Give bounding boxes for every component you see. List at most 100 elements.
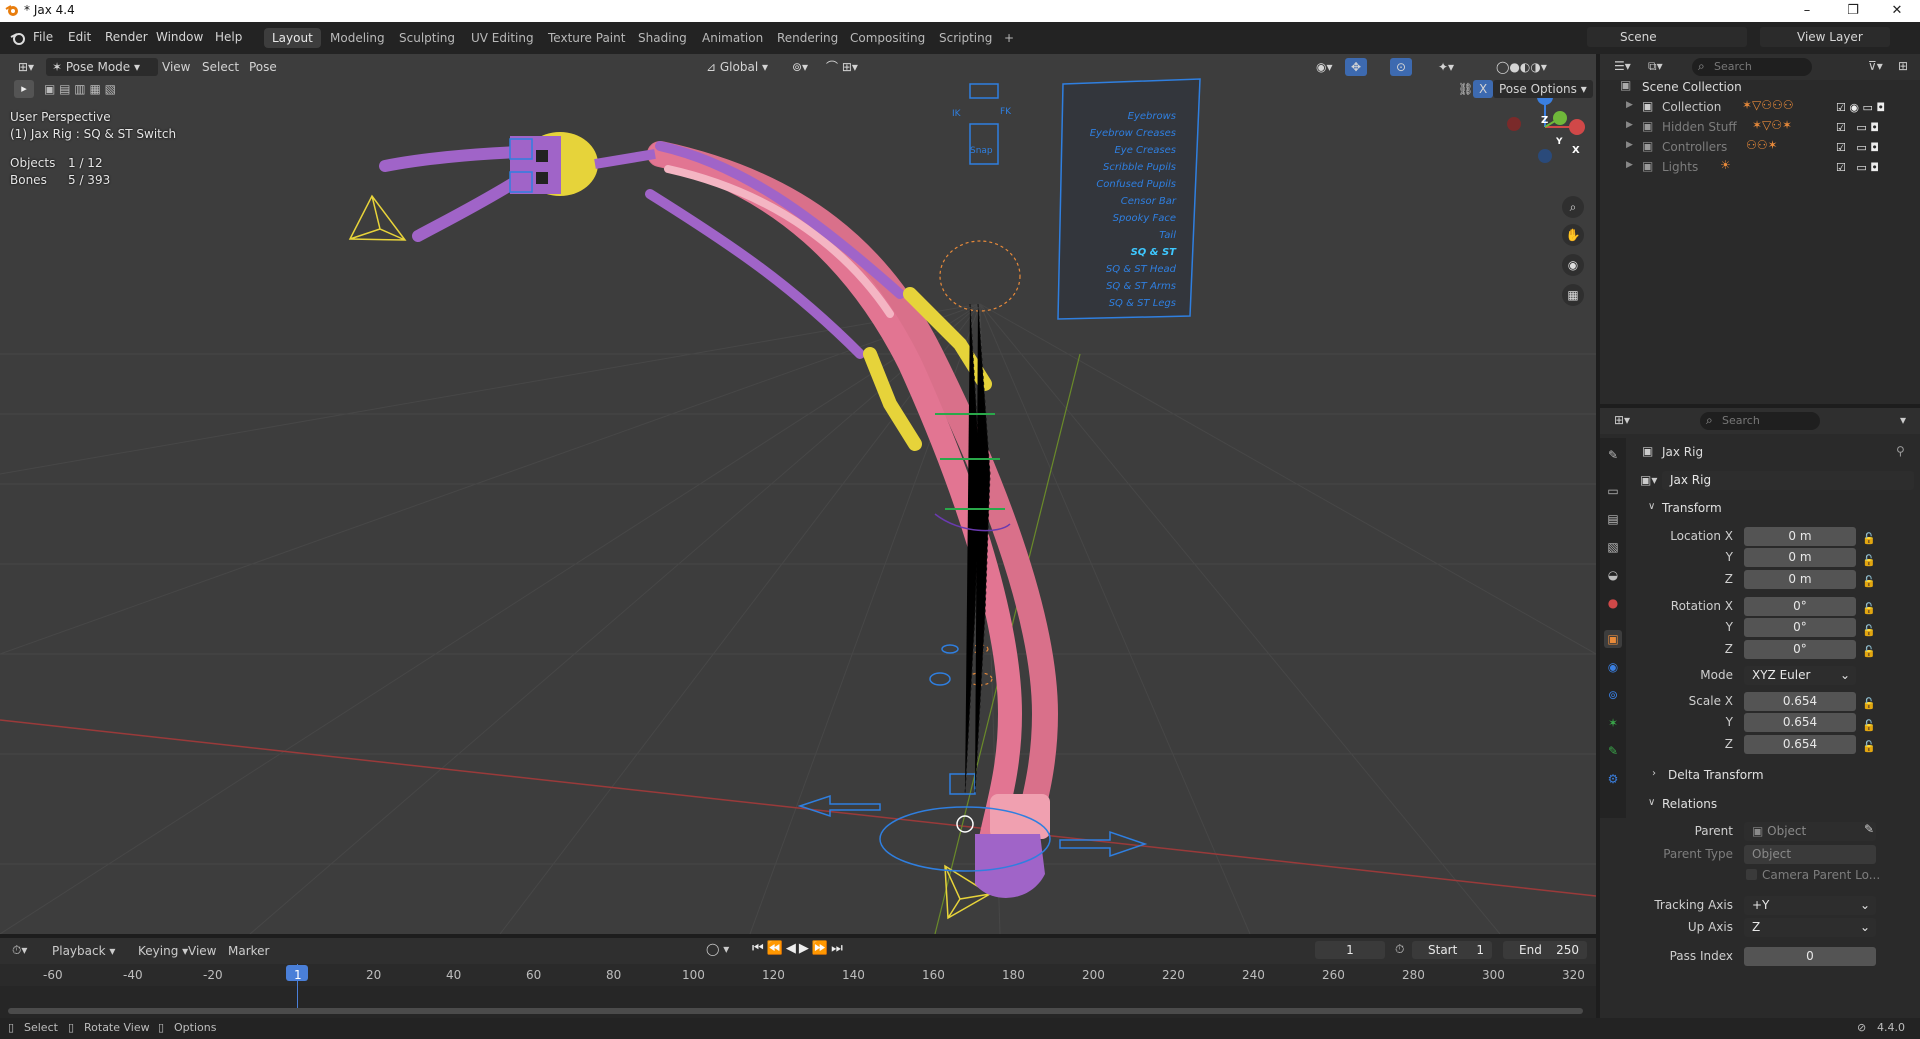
physics-tab-icon[interactable]: ⊚	[1604, 686, 1622, 704]
outliner-item-controllers[interactable]: Controllers	[1662, 140, 1727, 154]
rotation-z-field[interactable]: 0°	[1744, 640, 1856, 659]
bone-tab-icon[interactable]: ✎	[1604, 742, 1622, 760]
display-mode-icon[interactable]: ⧉▾	[1648, 59, 1663, 74]
camera-view-icon[interactable]: ◉	[1562, 254, 1584, 276]
menu-window[interactable]: Window	[156, 30, 203, 44]
ctrl-spooky-face[interactable]: Spooky Face	[1066, 210, 1176, 227]
parent-type-dropdown[interactable]: Object	[1744, 845, 1876, 864]
menu-playback[interactable]: Playback ▾	[52, 944, 115, 958]
location-z-field[interactable]: 0 m	[1744, 570, 1856, 589]
menu-select[interactable]: Select	[196, 58, 245, 76]
properties-editor-icon[interactable]: ⊞▾	[1614, 413, 1630, 427]
up-axis-dropdown[interactable]: Z ⌄	[1744, 918, 1876, 937]
tab-modeling[interactable]: Modeling	[322, 28, 393, 48]
menu-file[interactable]: File	[33, 30, 53, 44]
pose-options-dropdown[interactable]: Pose Options ▾	[1493, 80, 1593, 98]
editor-type-icon[interactable]: ⊞▾	[12, 58, 40, 76]
mode-dropdown[interactable]: ✶ Pose Mode ▾	[46, 58, 158, 76]
new-collection-icon[interactable]: ⊞	[1898, 59, 1908, 73]
tab-rendering[interactable]: Rendering	[769, 28, 846, 48]
select-tool-icon[interactable]: ▸	[14, 80, 34, 98]
object-tab-icon[interactable]: ▣	[1604, 630, 1622, 648]
gizmo-toggle-icon[interactable]: ✥	[1345, 58, 1368, 76]
ctrl-eyebrows[interactable]: Eyebrows	[1066, 108, 1176, 125]
tab-uv-editing[interactable]: UV Editing	[463, 28, 542, 48]
parent-field[interactable]: ▣ Object	[1744, 822, 1876, 841]
tab-compositing[interactable]: Compositing	[842, 28, 933, 48]
overlay-toggle-icon[interactable]: ⊙	[1390, 58, 1413, 76]
ctrl-confused-pupils[interactable]: Confused Pupils	[1066, 176, 1176, 193]
ctrl-sq-st[interactable]: SQ & ST	[1066, 244, 1176, 261]
armature-tab-icon[interactable]: ✶	[1604, 714, 1622, 732]
timeline-ruler[interactable]	[0, 964, 1596, 1018]
ctrl-scribble-pupils[interactable]: Scribble Pupils	[1066, 159, 1176, 176]
ctrl-sq-st-legs[interactable]: SQ & ST Legs	[1066, 295, 1176, 312]
scene-collection-label[interactable]: Scene Collection	[1642, 80, 1742, 94]
rotation-mode-dropdown[interactable]: XYZ Euler ⌄	[1744, 666, 1856, 685]
close-button[interactable]: ✕	[1874, 0, 1920, 22]
tab-scripting[interactable]: Scripting	[931, 28, 1000, 48]
camera-parent-checkbox[interactable]	[1746, 869, 1757, 880]
ctrl-sq-st-head[interactable]: SQ & ST Head	[1066, 261, 1176, 278]
playback-controls[interactable]: ⏮⏪◀▶⏩⏭	[752, 941, 846, 956]
render-tab-icon[interactable]: ▭	[1604, 482, 1622, 500]
filter-icon[interactable]: ⊽▾	[1868, 59, 1883, 73]
tool-tab-icon[interactable]: ✎	[1604, 446, 1622, 464]
tab-animation[interactable]: Animation	[694, 28, 771, 48]
zoom-icon[interactable]: ⌕	[1562, 196, 1584, 218]
snap-icon[interactable]: ⌒ ⊞▾	[820, 58, 864, 76]
properties-options-icon[interactable]: ▾	[1900, 413, 1906, 427]
menu-help[interactable]: Help	[215, 30, 242, 44]
ctrl-tail[interactable]: Tail	[1066, 227, 1176, 244]
tab-texture-paint[interactable]: Texture Paint	[540, 28, 633, 48]
object-name-field[interactable]: Jax Rig	[1662, 471, 1914, 490]
selection-mode-icons[interactable]: ▣ ▤ ▥ ▦ ▧	[44, 80, 144, 98]
expand-icon[interactable]: ›	[1652, 768, 1656, 779]
tab-shading[interactable]: Shading	[630, 28, 695, 48]
menu-timeline-view[interactable]: View	[188, 944, 216, 958]
scene-selector[interactable]	[1587, 27, 1747, 47]
outliner-editor-icon[interactable]: ☰▾	[1614, 59, 1631, 73]
perspective-toggle-icon[interactable]: ▦	[1562, 284, 1584, 306]
3d-viewport[interactable]	[0, 54, 1596, 934]
blender-menu-icon[interactable]	[10, 30, 26, 46]
ctrl-eyebrow-creases[interactable]: Eyebrow Creases	[1066, 125, 1176, 142]
maximize-button[interactable]: ❐	[1830, 0, 1876, 22]
relations-section-header[interactable]: Relations	[1662, 797, 1717, 811]
x-mirror-toggle[interactable]: X	[1473, 80, 1494, 98]
timeline-editor-icon[interactable]: ⏱▾	[12, 943, 27, 958]
menu-edit[interactable]: Edit	[68, 30, 91, 44]
tab-sculpting[interactable]: Sculpting	[391, 28, 463, 48]
outliner-visibility-toggles[interactable]: ☑ ◉ ▭ ◘ ☑ ▭ ◘ ☑ ▭ ◘ ☑ ▭ ◘	[1836, 98, 1885, 178]
scale-lock-icons[interactable]: 🔓 🔓 🔓	[1862, 693, 1876, 758]
view-layer-tab-icon[interactable]: ▧	[1604, 538, 1622, 556]
xray-icon[interactable]: ✦▾	[1432, 58, 1460, 76]
rotation-x-field[interactable]: 0°	[1744, 597, 1856, 616]
outliner-item-collection[interactable]: Collection	[1662, 100, 1721, 114]
tracking-axis-dropdown[interactable]: +Y ⌄	[1744, 896, 1876, 915]
location-x-field[interactable]: 0 m	[1744, 527, 1856, 546]
pin-icon[interactable]: ⚲	[1896, 444, 1905, 458]
rotation-lock-icons[interactable]: 🔓 🔓 🔓	[1862, 598, 1876, 663]
expand-icon[interactable]: ▶	[1626, 140, 1633, 150]
properties-search[interactable]: ⌕ Search	[1700, 412, 1820, 430]
location-y-field[interactable]: 0 m	[1744, 548, 1856, 567]
scale-x-field[interactable]: 0.654	[1744, 692, 1856, 711]
output-tab-icon[interactable]: ▤	[1604, 510, 1622, 528]
eyedropper-icon[interactable]: ✎	[1864, 822, 1874, 836]
ctrl-sq-st-arms[interactable]: SQ & ST Arms	[1066, 278, 1176, 295]
shading-modes-icon[interactable]: ◯●◐◑▾	[1490, 58, 1553, 76]
menu-pose[interactable]: Pose	[243, 58, 283, 76]
ctrl-censor-bar[interactable]: Censor Bar	[1066, 193, 1176, 210]
modifiers-tab-icon[interactable]: ◉	[1604, 658, 1622, 676]
add-workspace-button[interactable]: +	[996, 28, 1022, 48]
scale-y-field[interactable]: 0.654	[1744, 713, 1856, 732]
expand-icon[interactable]: ▶	[1626, 120, 1633, 130]
timeline-scrollbar[interactable]	[8, 1008, 1583, 1014]
end-frame-field[interactable]: End 250	[1503, 941, 1587, 959]
menu-marker[interactable]: Marker	[228, 944, 269, 958]
pan-hand-icon[interactable]: ✋	[1562, 224, 1584, 246]
rotation-y-field[interactable]: 0°	[1744, 618, 1856, 637]
pass-index-field[interactable]: 0	[1744, 947, 1876, 966]
auto-keying-icon[interactable]: ◯ ▾	[706, 942, 729, 956]
